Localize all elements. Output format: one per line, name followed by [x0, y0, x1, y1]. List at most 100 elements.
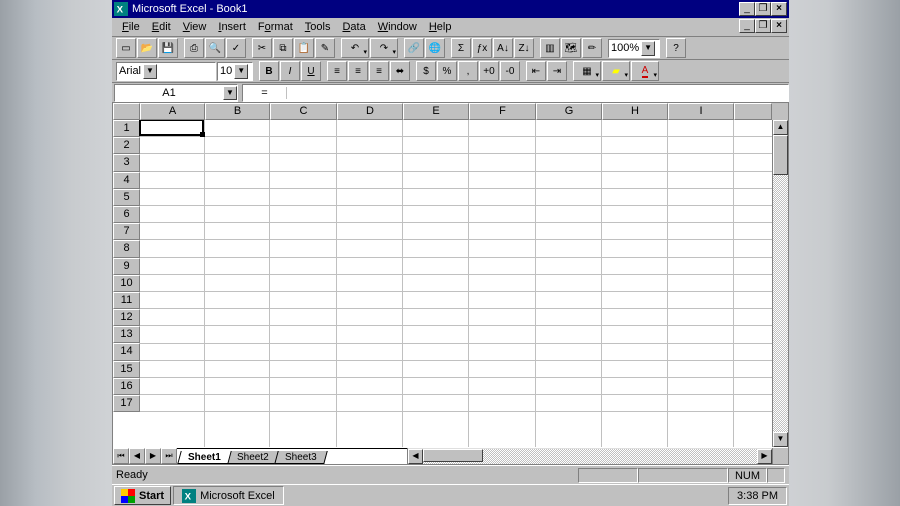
open-button[interactable]: 📂: [137, 38, 157, 58]
row-header-15[interactable]: 15: [113, 361, 140, 378]
comma-button[interactable]: ,: [458, 61, 478, 81]
fontcolor-button[interactable]: A: [631, 61, 659, 81]
title-bar[interactable]: X Microsoft Excel - Book1 _ ❐ ×: [112, 0, 789, 18]
tab-first-button[interactable]: ⏮: [113, 448, 129, 464]
vscroll-thumb[interactable]: [773, 135, 788, 175]
menu-format[interactable]: Format: [252, 19, 299, 35]
scroll-right-button[interactable]: ▶: [757, 449, 772, 464]
save-button[interactable]: 💾: [158, 38, 178, 58]
column-header-E[interactable]: E: [403, 103, 469, 120]
tab-prev-button[interactable]: ◀: [129, 448, 145, 464]
row-header-13[interactable]: 13: [113, 326, 140, 343]
name-box[interactable]: A1 ▼: [114, 84, 238, 102]
fx-button[interactable]: ƒx: [472, 38, 492, 58]
menu-data[interactable]: Data: [336, 19, 371, 35]
row-header-17[interactable]: 17: [113, 395, 140, 412]
column-header-C[interactable]: C: [270, 103, 337, 120]
scroll-up-button[interactable]: ▲: [773, 120, 788, 135]
mdi-minimize-button[interactable]: _: [739, 19, 755, 33]
select-all-corner[interactable]: [113, 103, 140, 120]
menu-insert[interactable]: Insert: [212, 19, 252, 35]
row-header-6[interactable]: 6: [113, 206, 140, 223]
undo-button[interactable]: ↶: [341, 38, 369, 58]
start-button[interactable]: Start: [114, 486, 171, 505]
hscroll-thumb[interactable]: [423, 449, 483, 462]
copy-button[interactable]: ⧉: [273, 38, 293, 58]
mdi-close-button[interactable]: ×: [771, 19, 787, 33]
help-button[interactable]: ?: [666, 38, 686, 58]
taskbar-app-button[interactable]: X Microsoft Excel: [173, 486, 284, 505]
row-header-14[interactable]: 14: [113, 343, 140, 360]
alignC-button[interactable]: ≡: [348, 61, 368, 81]
horizontal-scrollbar[interactable]: ◀ ▶: [407, 448, 772, 464]
row-header-12[interactable]: 12: [113, 309, 140, 326]
scroll-left-button[interactable]: ◀: [408, 449, 423, 464]
chevron-down-icon[interactable]: ▼: [143, 64, 157, 79]
row-header-9[interactable]: 9: [113, 258, 140, 275]
row-header-2[interactable]: 2: [113, 137, 140, 154]
incdec-button[interactable]: +0: [479, 61, 499, 81]
row-header-10[interactable]: 10: [113, 275, 140, 292]
menu-tools[interactable]: Tools: [299, 19, 337, 35]
percent-button[interactable]: %: [437, 61, 457, 81]
chevron-down-icon[interactable]: ▼: [641, 41, 655, 56]
menu-view[interactable]: View: [177, 19, 213, 35]
web-button[interactable]: 🌐: [425, 38, 445, 58]
indentR-button[interactable]: ⇥: [547, 61, 567, 81]
row-header-5[interactable]: 5: [113, 189, 140, 206]
chevron-down-icon[interactable]: ▼: [234, 64, 248, 79]
cut-button[interactable]: ✂: [252, 38, 272, 58]
row-header-7[interactable]: 7: [113, 223, 140, 240]
sheet-tab-sheet3[interactable]: Sheet3: [274, 451, 327, 464]
row-header-4[interactable]: 4: [113, 172, 140, 189]
borders-button[interactable]: ▦: [573, 61, 601, 81]
column-header-H[interactable]: H: [602, 103, 668, 120]
sortdesc-button[interactable]: Z↓: [514, 38, 534, 58]
row-header-11[interactable]: 11: [113, 292, 140, 309]
preview-button[interactable]: 🔍: [205, 38, 225, 58]
column-header-B[interactable]: B: [205, 103, 270, 120]
maximize-button[interactable]: ❐: [755, 2, 771, 16]
chart-button[interactable]: ▥: [540, 38, 560, 58]
underline-button[interactable]: U: [301, 61, 321, 81]
decdec-button[interactable]: -0: [500, 61, 520, 81]
zoom-combo[interactable]: 100%▼: [608, 39, 660, 58]
alignL-button[interactable]: ≡: [327, 61, 347, 81]
scroll-down-button[interactable]: ▼: [773, 432, 788, 447]
active-cell[interactable]: [139, 120, 204, 136]
indentL-button[interactable]: ⇤: [526, 61, 546, 81]
font-name-combo[interactable]: Arial▼: [116, 62, 216, 81]
sheet-tab-sheet2[interactable]: Sheet2: [226, 451, 279, 464]
font-size-combo[interactable]: 10▼: [217, 62, 253, 81]
row-header-8[interactable]: 8: [113, 240, 140, 257]
worksheet-grid[interactable]: ABCDEFGHI 1234567891011121314151617 ▲ ▼ …: [112, 103, 789, 465]
minimize-button[interactable]: _: [739, 2, 755, 16]
new-button[interactable]: ▭: [116, 38, 136, 58]
link-button[interactable]: 🔗: [404, 38, 424, 58]
currency-button[interactable]: $: [416, 61, 436, 81]
map-button[interactable]: 🗺: [561, 38, 581, 58]
row-header-16[interactable]: 16: [113, 378, 140, 395]
menu-edit[interactable]: Edit: [146, 19, 177, 35]
vertical-scrollbar[interactable]: ▲ ▼: [772, 120, 788, 447]
row-header-1[interactable]: 1: [113, 120, 140, 137]
menu-file[interactable]: File: [116, 19, 146, 35]
menu-window[interactable]: Window: [372, 19, 423, 35]
column-header-I[interactable]: I: [668, 103, 734, 120]
row-header-3[interactable]: 3: [113, 154, 140, 171]
redo-button[interactable]: ↷: [370, 38, 398, 58]
formula-edit[interactable]: =: [242, 84, 789, 102]
mdi-restore-button[interactable]: ❐: [755, 19, 771, 33]
paste-button[interactable]: 📋: [294, 38, 314, 58]
spell-button[interactable]: ✓: [226, 38, 246, 58]
column-header-D[interactable]: D: [337, 103, 403, 120]
drawing-button[interactable]: ✏: [582, 38, 602, 58]
fill-button[interactable]: ▰: [602, 61, 630, 81]
tab-last-button[interactable]: ⏭: [161, 448, 177, 464]
system-tray-clock[interactable]: 3:38 PM: [728, 487, 787, 505]
bold-button[interactable]: B: [259, 61, 279, 81]
column-header-G[interactable]: G: [536, 103, 602, 120]
column-header-A[interactable]: A: [140, 103, 205, 120]
menu-help[interactable]: Help: [423, 19, 458, 35]
merge-button[interactable]: ⬌: [390, 61, 410, 81]
